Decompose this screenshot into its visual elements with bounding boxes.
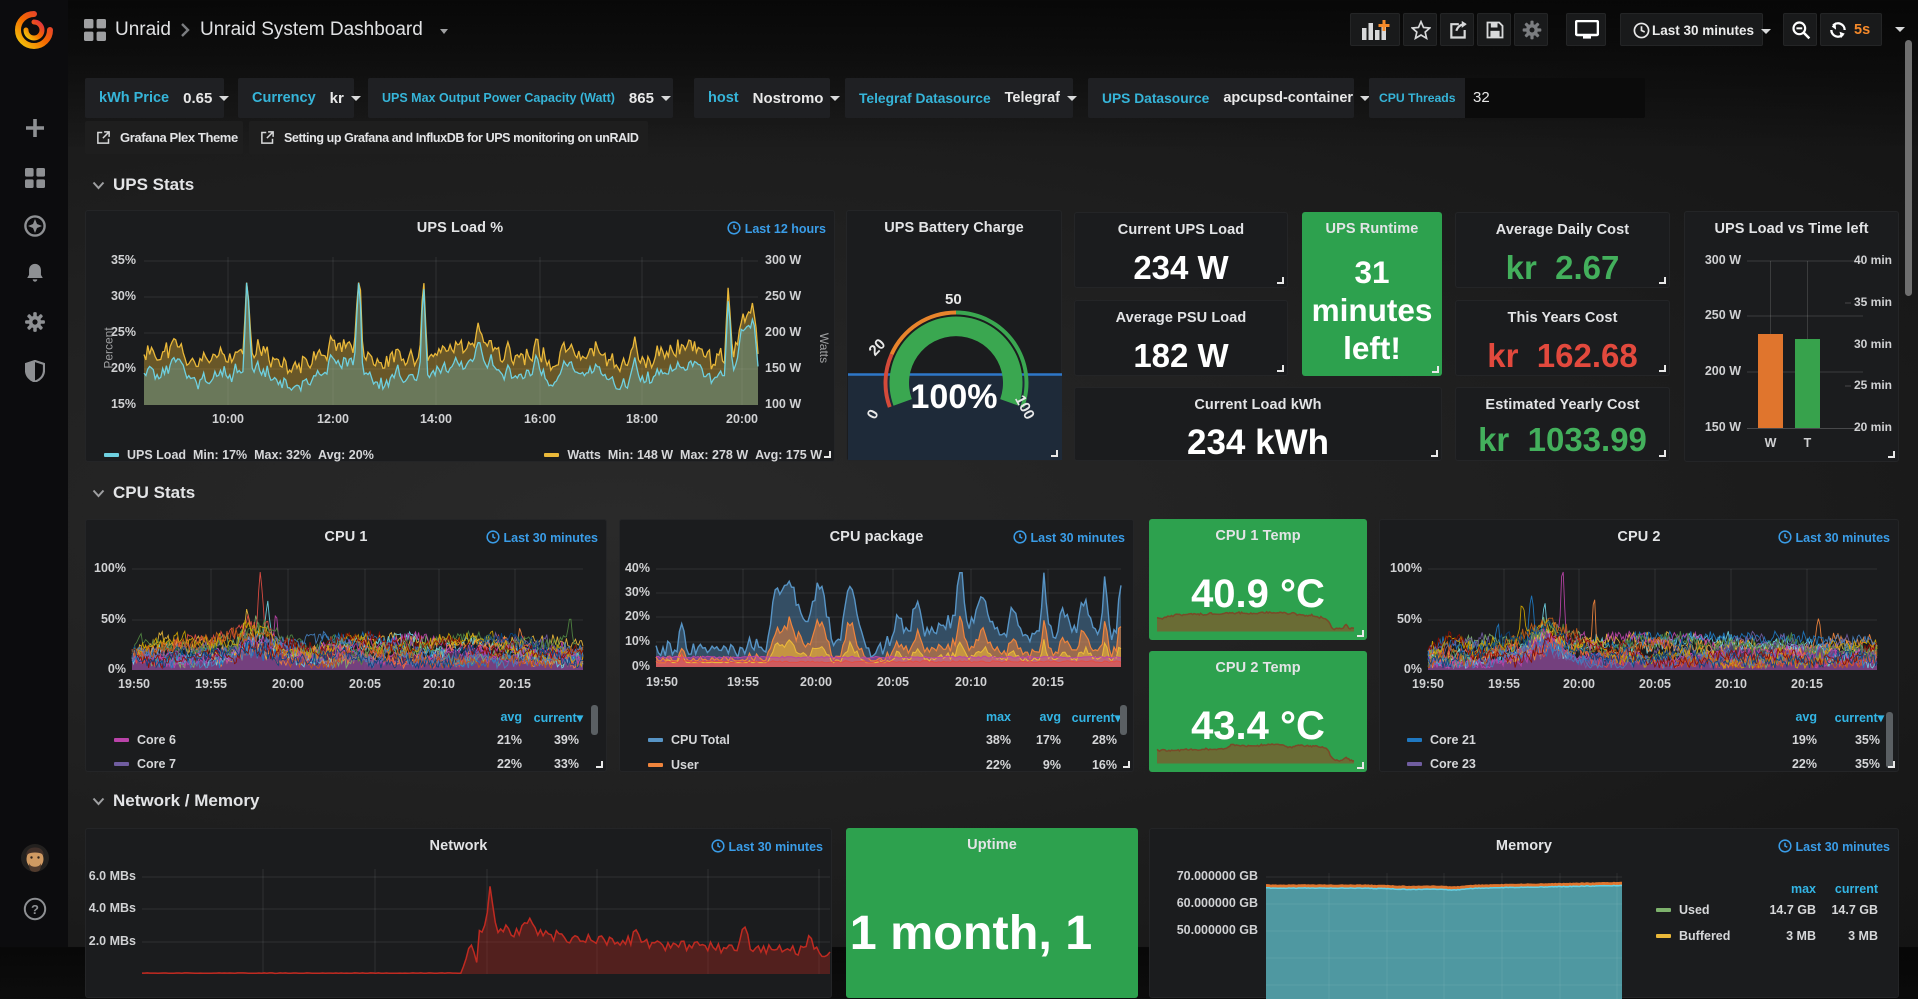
- svg-text:?: ?: [31, 902, 39, 917]
